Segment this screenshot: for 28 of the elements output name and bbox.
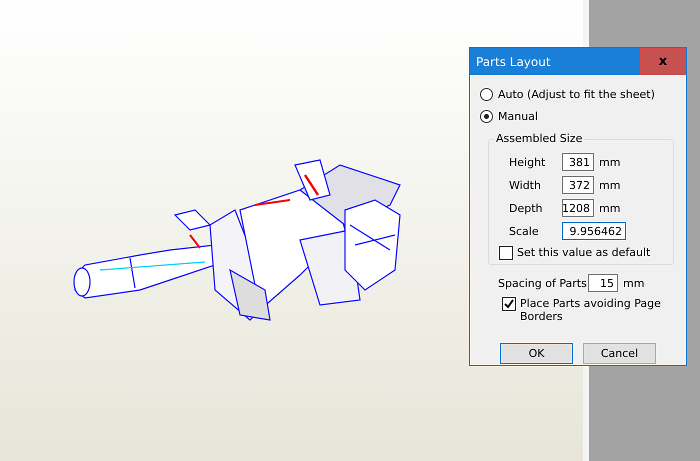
input-field[interactable]: 1208	[562, 199, 594, 217]
field-label: Height	[508, 156, 546, 168]
radio-button[interactable]	[480, 88, 493, 100]
field-label: Width	[508, 178, 542, 192]
unit-label: mm	[599, 156, 620, 168]
input-field[interactable]: 15	[588, 274, 618, 292]
radio-label: Manual	[498, 110, 538, 122]
unit-label: mm	[599, 202, 620, 214]
close-button[interactable]: x	[640, 48, 686, 75]
ok-button[interactable]: OK	[500, 343, 573, 364]
unit-label: mm	[623, 276, 644, 290]
input-field[interactable]: 9.956462	[562, 222, 626, 240]
cancel-button[interactable]: Cancel	[583, 343, 656, 364]
dialog-title: Parts Layout	[475, 54, 551, 68]
radio-label: Auto (Adjust to fit the sheet)	[498, 88, 655, 100]
checkbox[interactable]	[499, 246, 513, 260]
field-label: Depth	[508, 202, 544, 214]
checkmark-icon	[504, 299, 514, 309]
checkbox[interactable]	[502, 297, 516, 311]
field-label: Scale	[508, 224, 540, 238]
radio-button[interactable]	[480, 110, 493, 122]
unit-label: mm	[599, 178, 620, 192]
group-title: Assembled Size	[494, 132, 584, 145]
input-field[interactable]: 372	[562, 176, 594, 194]
checkbox-label: Place Parts avoiding Page Borders	[520, 297, 662, 323]
checkbox-label: Set this value as default	[517, 246, 650, 259]
field-label: Spacing of Parts	[498, 276, 588, 290]
input-field[interactable]: 381	[562, 153, 594, 171]
